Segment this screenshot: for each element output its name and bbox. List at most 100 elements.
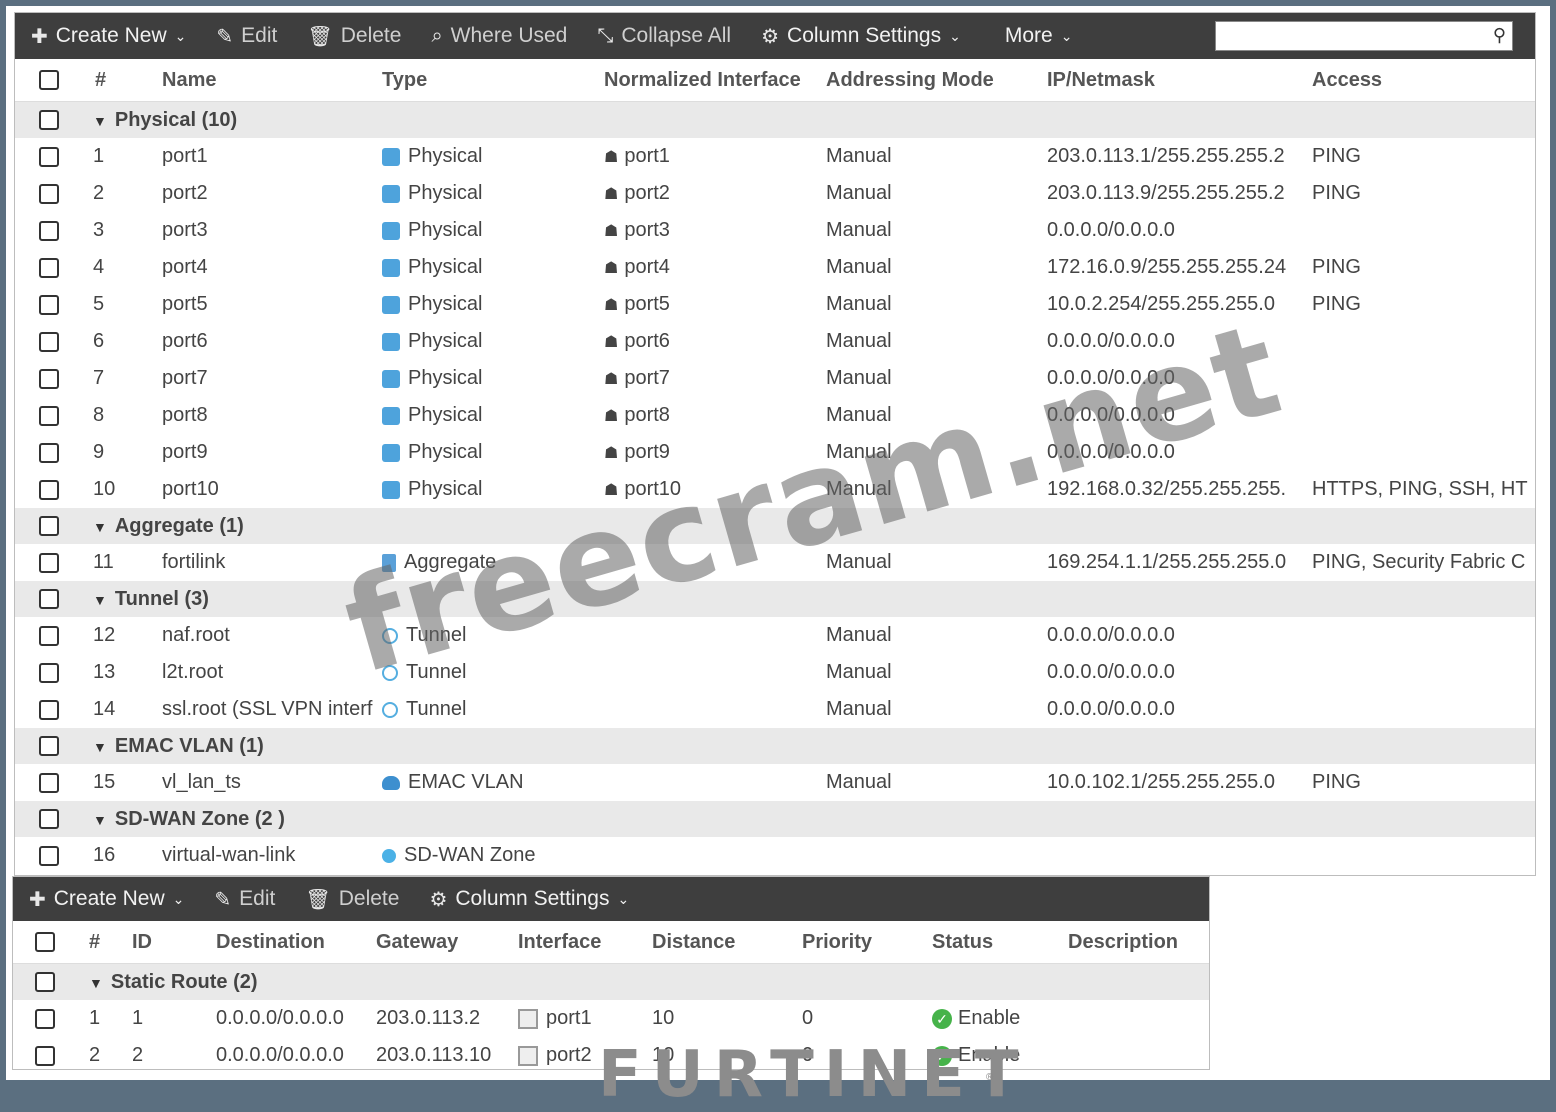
static-routes-panel: ✚ Create New ⌄ ✎ Edit 🗑 Delete ⚙ Column … [12,876,1210,1070]
group-checkbox[interactable] [35,972,55,993]
table-row[interactable]: 11 fortilink Aggregate Manual 169.254.1.1/25… [15,544,1535,581]
caret-down-icon[interactable]: ▼ [93,592,107,608]
row-checkbox[interactable] [39,772,59,793]
column-header-id[interactable]: ID [131,921,215,964]
table-row[interactable]: 16 virtual-wan-link SD-WAN Zone [15,837,1535,874]
row-number: 1 [89,1007,101,1029]
column-header-addressing-mode[interactable]: Addressing Mode [825,59,1046,102]
table-row[interactable]: 15 vl_lan_ts EMAC VLAN Manual 10.0.102.1/255… [15,764,1535,801]
group-row[interactable]: ▼ Static Route (2) [13,963,1209,1000]
table-row[interactable]: 9 port9 Physical ☗ port9 Manual 0.0.0.0/0.0.0.… [15,434,1535,471]
ip-netmask: 0.0.0.0/0.0.0.0 [1047,404,1175,426]
select-all-checkbox[interactable] [39,70,59,91]
route-column-settings-button[interactable]: ⚙ Column Settings ⌄ [429,887,629,912]
collapse-all-button[interactable]: ⤡ Collapse All [597,24,731,48]
row-checkbox[interactable] [39,368,59,389]
row-checkbox[interactable] [39,552,59,573]
row-checkbox[interactable] [39,183,59,204]
search-icon[interactable]: ⚲ [1493,25,1506,46]
column-header-distance[interactable]: Distance [651,921,801,964]
table-row[interactable]: 5 port5 Physical ☗ port5 Manual 10.0.2.254/255… [15,286,1535,323]
addressing-mode: Manual [826,404,892,426]
row-checkbox[interactable] [39,146,59,167]
row-checkbox[interactable] [39,405,59,426]
where-used-button[interactable]: ⌕ Where Used [431,24,567,48]
caret-down-icon[interactable]: ▼ [93,739,107,755]
column-header-number[interactable]: # [75,59,161,102]
interface-type: Physical [408,367,483,389]
create-new-button[interactable]: ✚ Create New ⌄ [31,24,186,49]
addressing-mode: Manual [826,624,892,646]
table-row[interactable]: 1 1 0.0.0.0/0.0.0.0 203.0.113.2 port1 10 0 ✓ Ena… [13,1000,1209,1037]
column-header-destination[interactable]: Destination [215,921,375,964]
group-checkbox[interactable] [39,736,59,757]
row-checkbox[interactable] [39,331,59,352]
delete-button[interactable]: 🗑 Delete [307,24,401,49]
search-input[interactable] [1220,22,1484,50]
column-header-gateway[interactable]: Gateway [375,921,517,964]
column-header-priority[interactable]: Priority [801,921,931,964]
delete-route-button[interactable]: 🗑 Delete [305,887,399,912]
group-checkbox[interactable] [39,809,59,830]
column-header-access[interactable]: Access [1311,59,1535,102]
caret-down-icon[interactable]: ▼ [93,519,107,535]
table-row[interactable]: 8 port8 Physical ☗ port8 Manual 0.0.0.0/0.0.0.… [15,397,1535,434]
more-button[interactable]: More ⌄ [1005,24,1073,48]
table-row[interactable]: 7 port7 Physical ☗ port7 Manual 0.0.0.0/0.0.0.… [15,360,1535,397]
table-row[interactable]: 3 port3 Physical ☗ port3 Manual 0.0.0.0/0.0.0.… [15,212,1535,249]
table-row[interactable]: 4 port4 Physical ☗ port4 Manual 172.16.0.9/255… [15,249,1535,286]
table-row[interactable]: 6 port6 Physical ☗ port6 Manual 0.0.0.0/0.0.0.… [15,323,1535,360]
column-header-normalized-interface[interactable]: Normalized Interface [603,59,825,102]
group-checkbox[interactable] [39,516,59,537]
group-checkbox[interactable] [39,110,59,131]
table-row[interactable]: 1 port1 Physical ☗ port1 Manual 203.0.113.1/25… [15,138,1535,175]
row-checkbox[interactable] [39,662,59,683]
table-row[interactable]: 2 2 0.0.0.0/0.0.0.0 203.0.113.10 port2 10 0 ✓ En… [13,1037,1209,1069]
group-checkbox[interactable] [39,589,59,610]
row-checkbox[interactable] [39,479,59,500]
interface-name: fortilink [162,551,226,573]
caret-down-icon[interactable]: ▼ [89,975,103,991]
create-new-route-button[interactable]: ✚ Create New ⌄ [29,887,184,912]
row-checkbox[interactable] [35,1008,55,1029]
select-all-routes-checkbox[interactable] [35,932,55,953]
row-checkbox[interactable] [39,294,59,315]
row-checkbox[interactable] [35,1045,55,1066]
table-row[interactable]: 13 l2t.root Tunnel Manual 0.0.0.0/0.0.0.0 [15,654,1535,691]
row-checkbox[interactable] [39,845,59,866]
caret-down-icon[interactable]: ▼ [93,113,107,129]
table-row[interactable]: 14 ssl.root (SSL VPN interf Tunnel Manual 0.… [15,691,1535,728]
route-priority: 0 [802,1007,814,1029]
column-header-interface[interactable]: Interface [517,921,651,964]
row-checkbox[interactable] [39,257,59,278]
row-checkbox[interactable] [39,442,59,463]
column-header-type[interactable]: Type [381,59,603,102]
group-row[interactable]: ▼ Physical (10) [15,101,1535,138]
group-row[interactable]: ▼ Aggregate (1) [15,508,1535,544]
table-row[interactable]: 10 port10 Physical ☗ port10 Manual 192.168.0.3… [15,471,1535,508]
row-checkbox[interactable] [39,220,59,241]
interface-name: port6 [162,330,208,352]
table-row[interactable]: 12 naf.root Tunnel Manual 0.0.0.0/0.0.0.0 [15,617,1535,654]
interface-name: port5 [162,293,208,315]
addressing-mode: Manual [826,661,892,683]
column-header-number[interactable]: # [71,921,131,964]
caret-down-icon[interactable]: ▼ [93,812,107,828]
row-checkbox[interactable] [39,699,59,720]
group-row[interactable]: ▼ Tunnel (3) [15,581,1535,617]
column-header-name[interactable]: Name [161,59,381,102]
column-header-ip-netmask[interactable]: IP/Netmask [1046,59,1311,102]
column-header-description[interactable]: Description [1067,921,1209,964]
group-row[interactable]: ▼ EMAC VLAN (1) [15,728,1535,764]
ip-netmask: 0.0.0.0/0.0.0.0 [1047,624,1175,646]
row-checkbox[interactable] [39,625,59,646]
interfaces-header-row: # Name Type Normalized Interface Address… [15,59,1535,102]
edit-button[interactable]: ✎ Edit [216,24,277,49]
ip-netmask: 0.0.0.0/0.0.0.0 [1047,698,1175,720]
column-settings-button[interactable]: ⚙ Column Settings ⌄ [761,24,961,49]
column-header-status[interactable]: Status [931,921,1067,964]
table-row[interactable]: 2 port2 Physical ☗ port2 Manual 203.0.113.9/25… [15,175,1535,212]
chevron-down-icon: ⌄ [1060,27,1073,44]
edit-route-button[interactable]: ✎ Edit [214,887,275,912]
group-row[interactable]: ▼ SD-WAN Zone (2 ) [15,801,1535,837]
